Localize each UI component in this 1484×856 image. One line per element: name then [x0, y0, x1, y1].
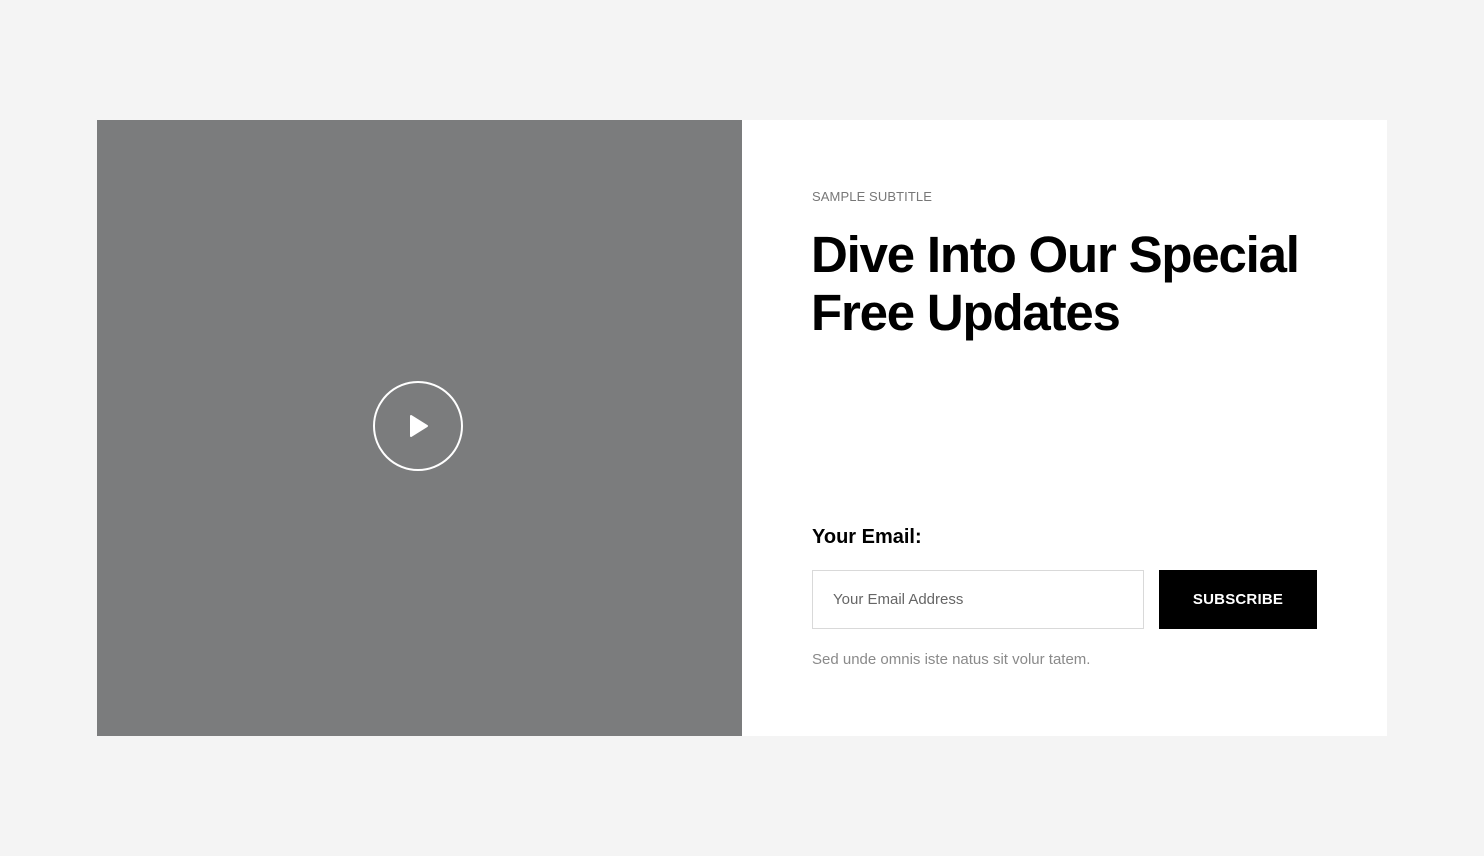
section-subtitle: SAMPLE SUBTITLE — [812, 189, 932, 204]
email-input[interactable] — [812, 570, 1144, 629]
play-icon — [410, 415, 428, 437]
video-panel — [97, 120, 742, 736]
play-button[interactable] — [373, 381, 463, 471]
subscribe-card: SAMPLE SUBTITLE Dive Into Our Special Fr… — [97, 120, 1387, 736]
content-panel: SAMPLE SUBTITLE Dive Into Our Special Fr… — [742, 120, 1387, 736]
email-label: Your Email: — [812, 526, 922, 548]
form-note: Sed unde omnis iste natus sit volur tate… — [812, 651, 1091, 668]
section-heading: Dive Into Our Special Free Updates — [811, 226, 1300, 341]
subscribe-button[interactable]: SUBSCRIBE — [1159, 570, 1317, 629]
